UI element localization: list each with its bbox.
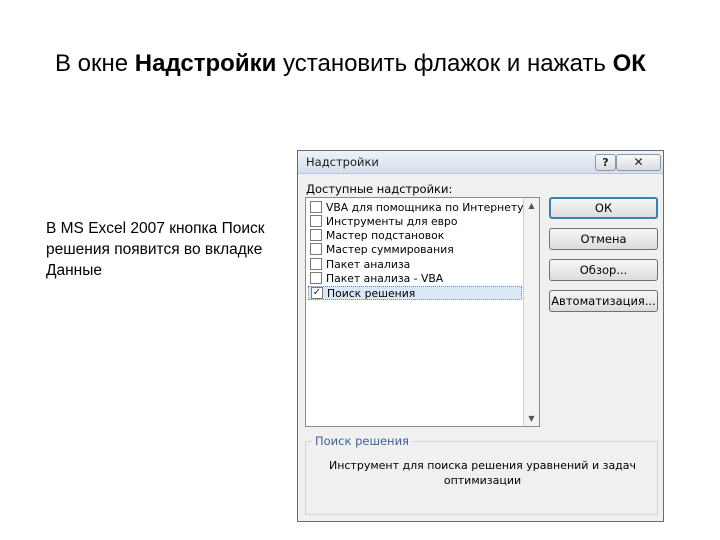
- addin-description: Инструмент для поиска решения уравнений …: [328, 459, 637, 487]
- list-item[interactable]: Мастер подстановок: [308, 229, 522, 243]
- checkbox[interactable]: [310, 201, 322, 213]
- list-item-label: Пакет анализа - VBA: [326, 272, 444, 285]
- title-bold-ok: ОК: [612, 50, 646, 77]
- list-item[interactable]: VBA для помощника по Интернету: [308, 201, 524, 215]
- list-item-selected[interactable]: ✓ Поиск решения: [308, 286, 522, 300]
- description-group: Поиск решения Инструмент для поиска реше…: [305, 434, 658, 515]
- vertical-scrollbar[interactable]: ▲ ▼: [523, 198, 539, 426]
- available-addins-label: Доступные надстройки:: [306, 182, 453, 196]
- addins-listbox[interactable]: VBA для помощника по Интернету Инструмен…: [305, 197, 540, 427]
- addins-dialog: Надстройки ? ✕ Доступные надстройки: VBA…: [297, 150, 664, 522]
- cancel-button[interactable]: Отмена: [549, 228, 658, 250]
- dialog-title: Надстройки: [306, 155, 379, 169]
- list-item-label: Пакет анализа: [326, 258, 411, 271]
- close-button[interactable]: ✕: [616, 154, 661, 171]
- checkbox[interactable]: [310, 229, 322, 241]
- slide-title: В окне Надстройки установить флажок и на…: [55, 48, 655, 80]
- list-item[interactable]: Инструменты для евро: [308, 215, 522, 229]
- list-item-label: Инструменты для евро: [326, 215, 458, 228]
- checkbox[interactable]: [310, 215, 322, 227]
- automation-button[interactable]: Автоматизация...: [549, 290, 658, 312]
- scroll-down-icon[interactable]: ▼: [524, 411, 539, 426]
- scroll-up-icon[interactable]: ▲: [524, 198, 539, 213]
- list-item-label: VBA для помощника по Интернету: [326, 201, 524, 214]
- checkbox-checked[interactable]: ✓: [311, 287, 323, 299]
- checkbox[interactable]: [310, 243, 322, 255]
- help-button[interactable]: ?: [595, 154, 616, 171]
- dialog-titlebar: Надстройки ? ✕: [298, 151, 663, 174]
- checkbox[interactable]: [310, 258, 322, 270]
- list-item-label: Поиск решения: [327, 287, 416, 300]
- list-item-label: Мастер подстановок: [326, 229, 445, 242]
- slide-note: В MS Excel 2007 кнопка Поиск решения поя…: [46, 220, 265, 279]
- title-bold-addins: Надстройки: [134, 50, 277, 77]
- checkbox[interactable]: [310, 272, 322, 284]
- title-text: В окне: [55, 50, 135, 77]
- list-item[interactable]: Пакет анализа - VBA: [308, 272, 522, 286]
- list-item[interactable]: Мастер суммирования: [308, 243, 522, 257]
- group-label: Поиск решения: [312, 434, 412, 448]
- browse-button[interactable]: Обзор...: [549, 259, 658, 281]
- ok-button[interactable]: ОК: [549, 197, 658, 219]
- list-item[interactable]: Пакет анализа: [308, 258, 522, 272]
- title-text-2: установить флажок и нажать: [276, 50, 613, 77]
- list-item-label: Мастер суммирования: [326, 243, 454, 256]
